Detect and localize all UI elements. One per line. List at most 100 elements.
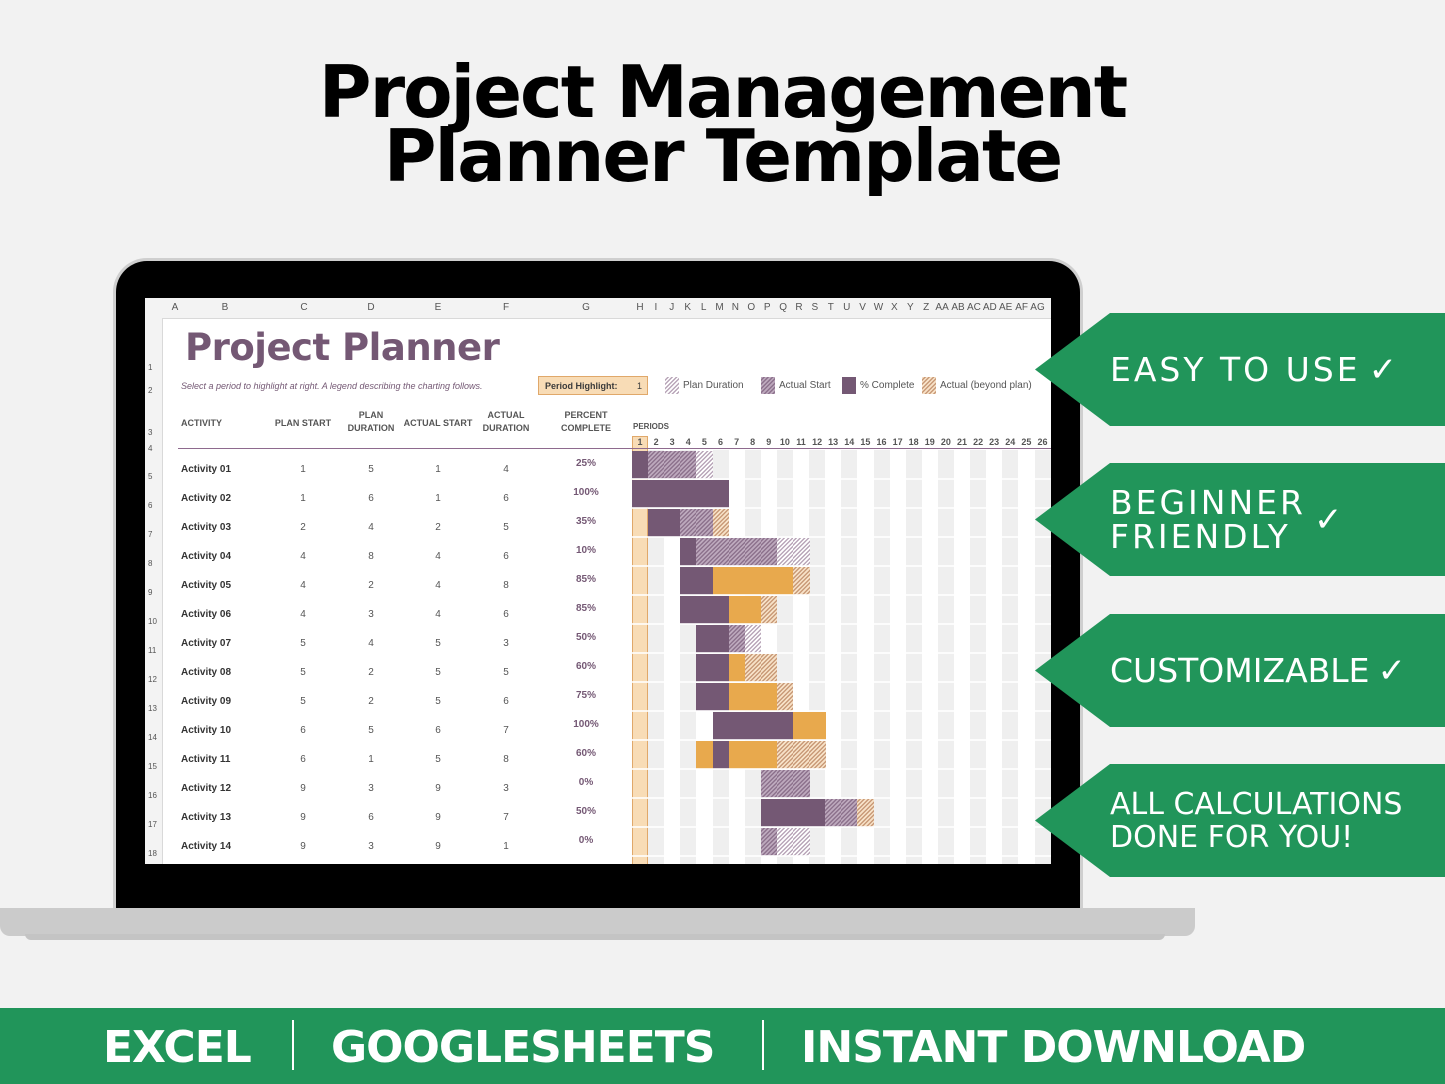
gantt-actual-segment: [760, 828, 778, 856]
actual-duration-value: 6: [503, 551, 509, 562]
activity-name: Activity 09: [181, 696, 232, 707]
column-header-x[interactable]: X: [891, 302, 898, 313]
gantt-actual-segment: [744, 538, 762, 566]
column-header-o[interactable]: O: [747, 302, 755, 313]
column-header-q[interactable]: Q: [779, 302, 787, 313]
activity-name: Activity 12: [181, 783, 232, 794]
gantt-complete-segment: [712, 480, 730, 508]
column-header-p[interactable]: P: [764, 302, 771, 313]
column-header-u[interactable]: U: [843, 302, 850, 313]
period-highlight-value[interactable]: 1: [637, 381, 642, 391]
row-header-1[interactable]: 1: [148, 363, 152, 372]
row-header-14[interactable]: 14: [148, 733, 157, 742]
gantt-complete-segment: [712, 683, 730, 711]
column-header-a[interactable]: A: [172, 302, 179, 313]
column-header-b[interactable]: B: [222, 302, 229, 313]
row-header-5[interactable]: 5: [148, 472, 152, 481]
column-header-ae[interactable]: AE: [999, 302, 1012, 313]
actual-start-value: 9: [435, 812, 441, 823]
gantt-actual-segment: [712, 538, 730, 566]
row-header-8[interactable]: 8: [148, 559, 152, 568]
activity-name: Activity 03: [181, 522, 232, 533]
column-header-g[interactable]: G: [582, 302, 590, 313]
column-header-j[interactable]: J: [669, 302, 674, 313]
row-header-9[interactable]: 9: [148, 588, 152, 597]
feature-ribbon: ALL CALCULATIONS DONE FOR YOU!: [1035, 764, 1445, 877]
row-header-10[interactable]: 10: [148, 617, 157, 626]
gantt-actual-segment: [760, 538, 778, 566]
plan-duration-value: 4: [368, 522, 374, 533]
column-header-s[interactable]: S: [812, 302, 819, 313]
feature-text: ALL CALCULATIONS DONE FOR YOU!: [1110, 786, 1403, 855]
gantt-plan-segment: [776, 538, 794, 566]
row-header-2[interactable]: 2: [148, 386, 152, 395]
column-header-t[interactable]: T: [828, 302, 834, 313]
gantt-plan-segment: [776, 828, 794, 856]
column-header-z[interactable]: Z: [923, 302, 929, 313]
column-header-e[interactable]: E: [435, 302, 442, 313]
column-header-ab[interactable]: AB: [951, 302, 964, 313]
percent-complete-value: 100%: [573, 719, 599, 730]
gantt-complete-segment: [744, 712, 762, 740]
actual-start-value: 6: [435, 725, 441, 736]
column-header-d[interactable]: D: [367, 302, 374, 313]
period-highlight-input[interactable]: Period Highlight: 1: [538, 376, 648, 395]
actual-start-value: 1: [435, 464, 441, 475]
column-header-l[interactable]: L: [701, 302, 707, 313]
gantt-complete-beyond-segment: [809, 712, 826, 740]
column-header-f[interactable]: F: [503, 302, 509, 313]
header-actual-start: ACTUAL START: [403, 418, 473, 428]
column-header-n[interactable]: N: [732, 302, 739, 313]
column-header-ad[interactable]: AD: [983, 302, 997, 313]
actual-duration-value: 6: [503, 493, 509, 504]
percent-complete-value: 50%: [575, 632, 596, 643]
period-number: 5: [701, 437, 707, 447]
row-header-7[interactable]: 7: [148, 530, 152, 539]
gantt-beyond-plan-segment: [744, 654, 762, 682]
gantt-actual-segment: [776, 770, 794, 798]
column-header-c[interactable]: C: [300, 302, 307, 313]
header-text: DURATION: [482, 423, 530, 433]
gantt-complete-beyond-segment: [728, 596, 746, 624]
column-header-ag[interactable]: AG: [1030, 302, 1044, 313]
header-activity: ACTIVITY: [181, 418, 223, 428]
gantt-complete-beyond-segment: [728, 741, 746, 769]
gantt-complete-segment: [696, 625, 713, 653]
period-number: 16: [876, 437, 887, 447]
column-header-v[interactable]: V: [859, 302, 866, 313]
column-header-af[interactable]: AF: [1015, 302, 1028, 313]
actual-duration-value: 7: [503, 812, 509, 823]
row-header-4[interactable]: 4: [148, 444, 152, 453]
column-header-r[interactable]: R: [795, 302, 802, 313]
laptop-base: [0, 908, 1195, 936]
row-header-15[interactable]: 15: [148, 762, 157, 771]
row-header-11[interactable]: 11: [148, 646, 156, 655]
gantt-plan-segment: [744, 625, 762, 653]
column-header-i[interactable]: I: [655, 302, 658, 313]
actual-start-value: 5: [435, 667, 441, 678]
column-header-m[interactable]: M: [715, 302, 723, 313]
gantt-complete-beyond-segment: [728, 654, 746, 682]
column-header-h[interactable]: H: [636, 302, 643, 313]
column-header-k[interactable]: K: [684, 302, 691, 313]
actual-duration-value: 5: [503, 522, 509, 533]
row-header-3[interactable]: 3: [148, 428, 152, 437]
column-header-y[interactable]: Y: [907, 302, 914, 313]
gantt-complete-segment: [632, 451, 649, 479]
column-header-w[interactable]: W: [874, 302, 883, 313]
gantt-beyond-plan-segment: [712, 509, 730, 537]
column-header-aa[interactable]: AA: [935, 302, 948, 313]
row-header-6[interactable]: 6: [148, 501, 152, 510]
column-header-ac[interactable]: AC: [967, 302, 981, 313]
gantt-actual-segment: [841, 799, 858, 827]
feature-ribbon: CUSTOMIZABLE ✓: [1035, 614, 1445, 727]
percent-complete-value: 0%: [578, 777, 594, 788]
percent-complete-value: 60%: [575, 748, 596, 759]
row-header-18[interactable]: 18: [148, 849, 157, 858]
row-header-17[interactable]: 17: [148, 820, 157, 829]
row-header-16[interactable]: 16: [148, 791, 157, 800]
row-header-12[interactable]: 12: [148, 675, 157, 684]
plan-duration-value: 5: [368, 725, 374, 736]
feature-text: EASY TO USE: [1110, 349, 1361, 389]
row-header-13[interactable]: 13: [148, 704, 157, 713]
